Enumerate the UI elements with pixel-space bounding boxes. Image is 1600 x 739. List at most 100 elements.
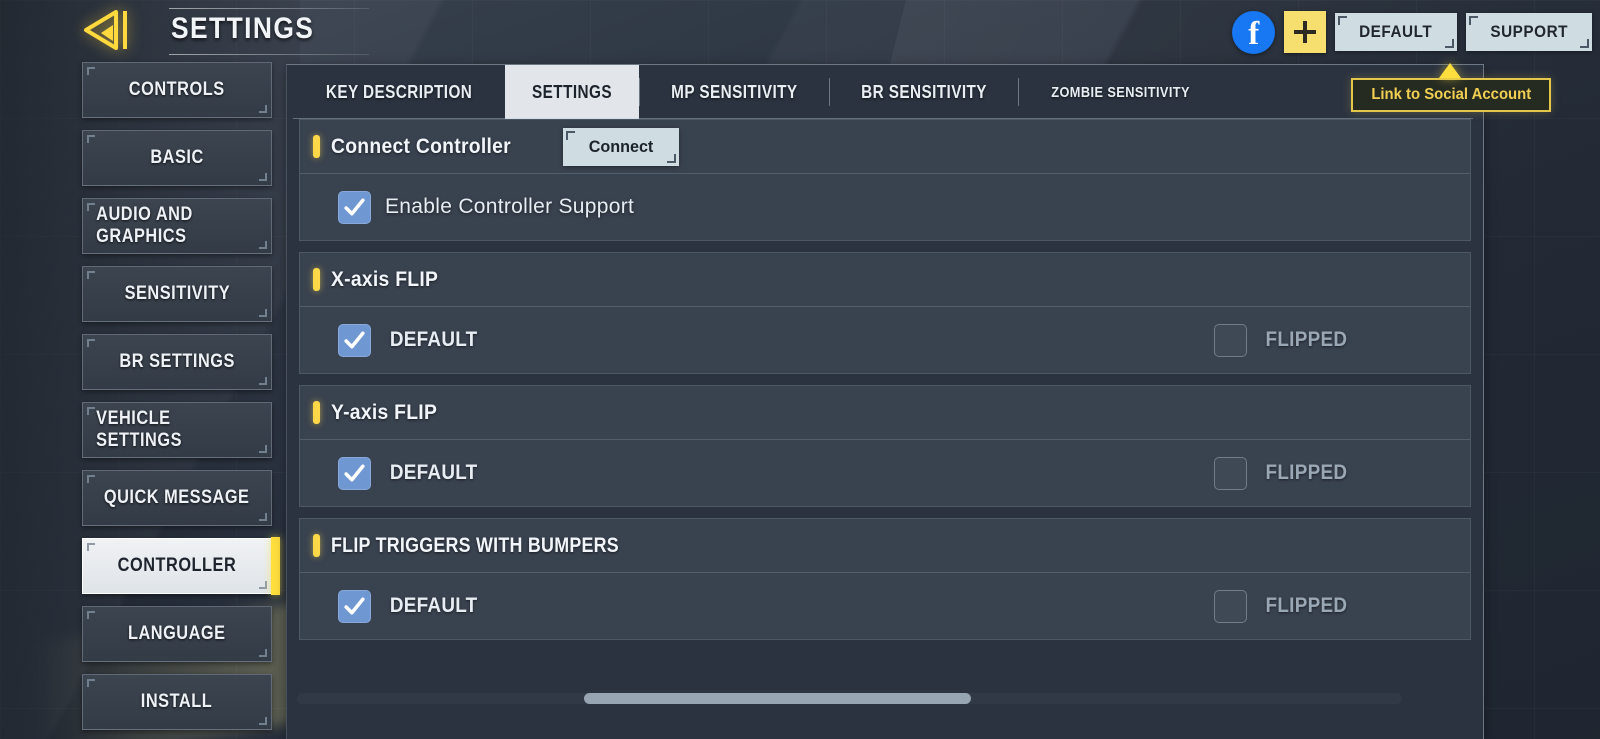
corner-mark-icon [259,241,267,249]
corner-mark-icon [259,309,267,317]
tab-label: MP SENSITIVITY [671,81,798,102]
default-button[interactable]: DEFAULT [1335,13,1457,51]
section-accent-bar-icon [313,534,320,557]
link-to-social-account-button[interactable]: Link to Social Account [1351,78,1551,112]
section-accent-bar-icon [313,268,320,291]
option-flipped[interactable]: FLIPPED [1214,589,1352,623]
corner-mark-icon [87,407,95,415]
corner-mark-icon [259,717,267,725]
section-body: DEFAULT FLIPPED [300,307,1470,373]
default-button-label: DEFAULT [1359,22,1433,41]
settings-section: X-axis FLIP DEFAULT FLIPPED [299,252,1471,374]
option-default[interactable]: DEFAULT [338,323,482,357]
support-button[interactable]: SUPPORT [1465,13,1592,51]
option-label: Enable Controller Support [385,195,635,218]
sidebar-item-vehicle-settings[interactable]: VEHICLE SETTINGS [82,402,272,458]
option-default[interactable]: DEFAULT [338,456,482,490]
tab-mp-sensitivity[interactable]: MP SENSITIVITY [640,65,829,119]
corner-mark-icon [87,67,95,75]
sidebar-nav: CONTROLS BASIC AUDIO AND GRAPHICS SENSITIVI… [82,62,280,739]
tab-label: ZOMBIE SENSITIVITY [1051,83,1190,101]
sidebar-item-label: SENSITIVITY [124,283,230,304]
corner-mark-icon [666,153,676,163]
sidebar-item-label: QUICK MESSAGE [104,487,250,508]
support-button-label: SUPPORT [1489,22,1568,41]
tab-bar: KEY DESCRIPTION SETTINGS MP SENSITIVITY BR … [287,63,1551,119]
content-panel: KEY DESCRIPTION SETTINGS MP SENSITIVITY BR … [286,63,1551,739]
corner-mark-icon [565,130,575,140]
sidebar-item-controls[interactable]: CONTROLS [82,62,272,118]
corner-mark-icon [259,445,267,453]
section-body: Enable Controller Support [300,174,1470,240]
checkbox-icon[interactable] [1214,456,1247,490]
sidebar-item-label: VEHICLE SETTINGS [96,408,182,451]
corner-mark-icon [259,513,267,521]
link-to-social-account-label: Link to Social Account [1371,86,1531,103]
corner-mark-icon [87,135,95,143]
back-arrow-icon[interactable] [80,6,142,54]
horizontal-scrollbar[interactable] [297,693,1402,704]
sidebar-item-sensitivity[interactable]: SENSITIVITY [82,266,272,322]
corner-mark-icon [259,105,267,113]
checkbox-icon[interactable] [1214,323,1247,357]
title-rule-top [169,8,369,9]
tab-zombie-sensitivity[interactable]: ZOMBIE SENSITIVITY [1019,65,1222,119]
checkbox-icon[interactable] [338,323,371,357]
sidebar-item-br-settings[interactable]: BR SETTINGS [82,334,272,390]
tab-label: KEY DESCRIPTION [325,81,473,102]
settings-sections: Connect Controller Connect Enable Controll… [287,119,1483,640]
option-label: FLIPPED [1265,461,1348,484]
corner-mark-icon [87,679,95,687]
checkbox-icon[interactable] [338,190,371,224]
page-title: SETTINGS [171,12,315,45]
section-body: DEFAULT FLIPPED [300,573,1470,639]
plus-icon[interactable] [1284,11,1327,53]
checkbox-icon[interactable] [1214,589,1247,623]
option-default[interactable]: Enable Controller Support [338,190,635,224]
option-label: DEFAULT [389,461,478,484]
corner-mark-icon [87,203,95,211]
section-accent-bar-icon [313,135,320,158]
scrollbar-thumb[interactable] [584,693,972,704]
section-header: Connect Controller Connect [300,120,1470,174]
sidebar-item-quick-message[interactable]: QUICK MESSAGE [82,470,272,526]
sidebar-item-audio-and-graphics[interactable]: AUDIO AND GRAPHICS [82,198,272,254]
tab-settings[interactable]: SETTINGS [505,65,640,119]
section-title: X-axis FLIP [331,267,439,291]
sidebar-item-label: BR SETTINGS [119,351,235,372]
section-body: DEFAULT FLIPPED [300,440,1470,506]
facebook-icon[interactable]: f [1232,10,1276,54]
settings-section: FLIP TRIGGERS WITH BUMPERS DEFAULT FLIPPED [299,518,1471,640]
title-rule-bottom [169,54,369,55]
sidebar-item-install[interactable]: INSTALL [82,674,272,730]
settings-section: Y-axis FLIP DEFAULT FLIPPED [299,385,1471,507]
settings-section: Connect Controller Connect Enable Controll… [299,119,1471,241]
tab-label: BR SENSITIVITY [861,81,987,102]
section-header: FLIP TRIGGERS WITH BUMPERS [300,519,1470,573]
corner-mark-icon [1444,39,1454,48]
option-flipped[interactable]: FLIPPED [1214,456,1352,490]
corner-mark-icon [87,271,95,279]
sidebar-item-label: CONTROLLER [117,555,237,576]
connect-button[interactable]: Connect [562,127,679,166]
checkbox-icon[interactable] [338,456,371,490]
tab-key-description[interactable]: KEY DESCRIPTION [293,65,505,119]
sidebar-item-label: BASIC [150,147,204,168]
section-title: FLIP TRIGGERS WITH BUMPERS [331,533,619,557]
sidebar-item-controller[interactable]: CONTROLLER [82,537,280,595]
corner-mark-icon [1580,39,1589,48]
option-flipped[interactable]: FLIPPED [1214,323,1352,357]
tab-br-sensitivity[interactable]: BR SENSITIVITY [830,65,1018,119]
checkbox-icon[interactable] [338,589,371,623]
header-actions: f DEFAULT SUPPORT [1232,8,1592,56]
corner-mark-icon [1468,16,1478,25]
section-header: X-axis FLIP [300,253,1470,307]
option-default[interactable]: DEFAULT [338,589,482,623]
corner-mark-icon [1338,16,1348,25]
sidebar-item-label: LANGUAGE [128,623,226,644]
section-header: Y-axis FLIP [300,386,1470,440]
sidebar-item-language[interactable]: LANGUAGE [82,606,272,662]
sidebar-item-basic[interactable]: BASIC [82,130,272,186]
corner-mark-icon [259,377,267,385]
sidebar-item-label: AUDIO AND GRAPHICS [96,204,193,247]
